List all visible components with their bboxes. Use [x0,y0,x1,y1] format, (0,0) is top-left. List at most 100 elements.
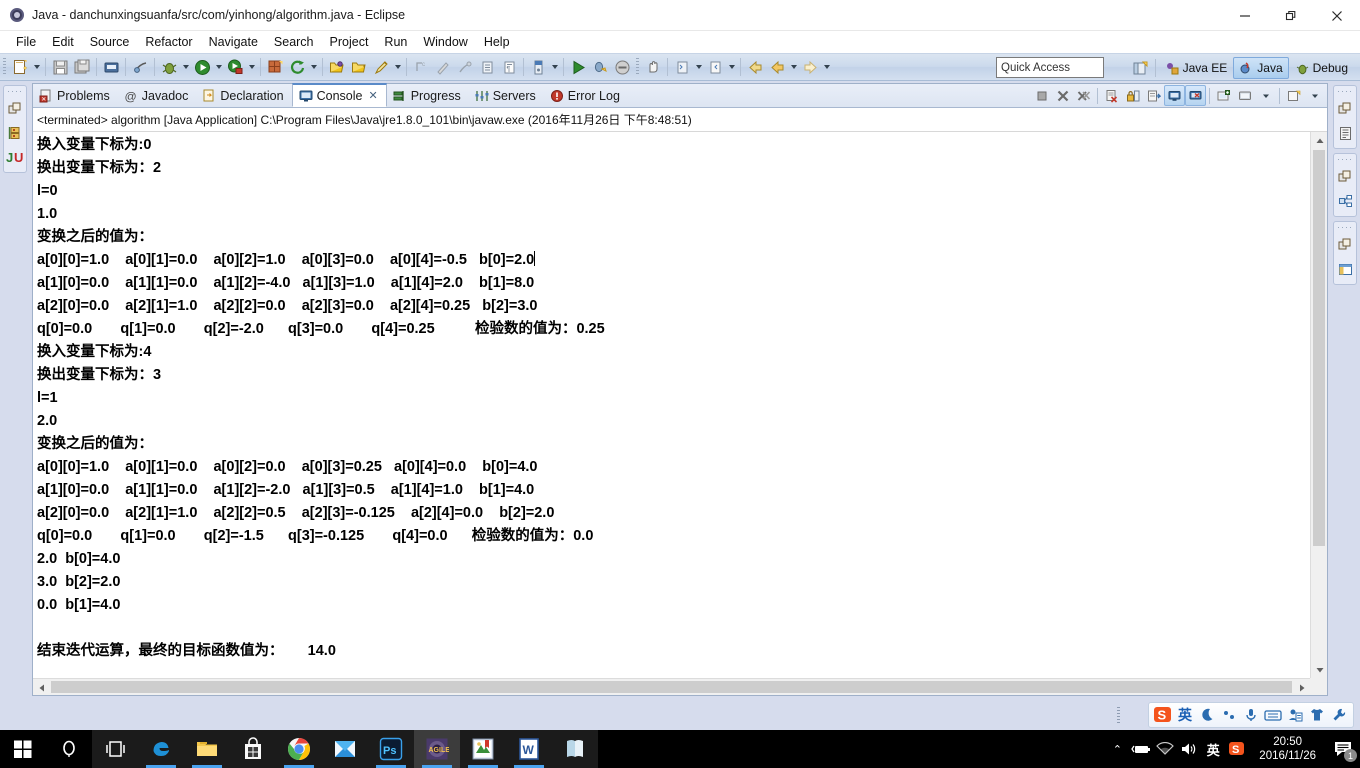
perspective-java-ee[interactable]: Java EE [1159,57,1234,79]
scroll-lock-icon[interactable] [1122,85,1143,106]
console-horizontal-scrollbar[interactable] [33,678,1310,695]
pin-console-icon[interactable] [1143,85,1164,106]
search-dropdown[interactable] [392,56,403,78]
scroll-right-arrow[interactable] [1293,679,1310,695]
back-history-icon[interactable] [744,56,766,78]
next-member-dropdown[interactable] [693,56,704,78]
scroll-thumb-h[interactable] [51,681,1292,693]
run-dropdown[interactable] [213,56,224,78]
perspective-debug[interactable]: Debug [1289,57,1354,79]
scroll-up-arrow[interactable] [1311,132,1327,149]
tray-chevron-up-icon[interactable]: ⌃ [1105,730,1129,768]
open-task-dropdown[interactable] [549,56,560,78]
menu-project[interactable]: Project [322,33,377,51]
battery-icon[interactable] [1129,730,1153,768]
scroll-down-arrow[interactable] [1311,661,1327,678]
forward-icon[interactable] [799,56,821,78]
sogou-tray-icon[interactable]: S [1225,730,1249,768]
previous-member-icon[interactable] [704,56,726,78]
run-external-tools-icon[interactable] [224,56,246,78]
menu-window[interactable]: Window [415,33,475,51]
minimize-button[interactable] [1222,0,1268,31]
console-menu-icon[interactable] [1234,85,1255,106]
tab-progress[interactable]: Progress [387,85,469,107]
skin-icon[interactable] [1307,705,1327,725]
save-icon[interactable] [49,56,71,78]
run-icon[interactable] [191,56,213,78]
debug-dropdown[interactable] [180,56,191,78]
menu-edit[interactable]: Edit [44,33,82,51]
tab-console-close[interactable]: ✕ [368,89,377,102]
minimize-view-icon[interactable] [1283,85,1304,106]
package-explorer-icon[interactable] [4,122,26,144]
search-icon[interactable] [370,56,392,78]
remove-all-launches-icon[interactable] [1073,85,1094,106]
view-menu-chevron-icon[interactable] [1304,85,1325,106]
keyboard-icon[interactable] [1263,705,1283,725]
quick-access-input[interactable]: Quick Access [996,57,1104,78]
taskbar-app-photoshop[interactable]: Ps [368,730,414,768]
chinese-mode-icon[interactable]: 英 [1175,705,1195,725]
sogou-logo-icon[interactable]: S [1153,705,1173,725]
open-console-icon[interactable] [1185,85,1206,106]
taskbar-app-foxmail[interactable] [322,730,368,768]
previous-edit-icon[interactable] [476,56,498,78]
menu-search[interactable]: Search [266,33,322,51]
next-edit-icon[interactable]: ¶ [498,56,520,78]
perspective-java[interactable]: Java [1233,57,1289,79]
display-selected-console-icon[interactable] [1164,85,1185,106]
hierarchy-icon[interactable] [1334,190,1356,212]
open-resource-icon[interactable] [348,56,370,78]
fastview-handle[interactable] [1338,88,1352,95]
resume-icon[interactable] [567,56,589,78]
tab-error-log[interactable]: Error Log [544,85,628,107]
clock[interactable]: 20:50 2016/11/26 [1249,735,1326,763]
toggle-breakpoint-icon[interactable] [129,56,151,78]
forward-dropdown[interactable] [821,56,832,78]
junit-icon[interactable]: J U [4,146,26,168]
console-vertical-scrollbar[interactable] [1310,132,1327,678]
print-icon[interactable] [100,56,122,78]
menu-source[interactable]: Source [82,33,138,51]
tab-problems[interactable]: ✕ Problems [33,85,118,107]
taskbar-app-notes[interactable] [460,730,506,768]
fastview-handle[interactable] [8,88,22,95]
start-icon[interactable] [0,730,46,768]
refresh-dropdown[interactable] [308,56,319,78]
run-external-dropdown[interactable] [246,56,257,78]
restore-button[interactable] [1268,0,1314,31]
ime-indicator[interactable]: 英 [1201,730,1225,768]
taskbar-app-eclipse[interactable]: AGILE [414,730,460,768]
layout-icon[interactable] [1334,258,1356,280]
task-view-icon[interactable] [92,730,138,768]
cortana-search-icon[interactable] [46,730,92,768]
refresh-icon[interactable] [286,56,308,78]
punctuation-icon[interactable] [1219,705,1239,725]
remove-launch-icon[interactable] [1052,85,1073,106]
tab-declaration[interactable]: Declaration [196,85,291,107]
debug-last-icon[interactable] [589,56,611,78]
menu-file[interactable]: File [8,33,44,51]
save-all-icon[interactable] [71,56,93,78]
next-member-icon[interactable] [671,56,693,78]
close-button[interactable] [1314,0,1360,31]
taskbar-app-file-explorer[interactable] [184,730,230,768]
taskbar-app-chrome[interactable] [276,730,322,768]
restore-icon[interactable] [4,98,26,120]
menu-refactor[interactable]: Refactor [137,33,200,51]
restore-icon[interactable] [1334,166,1356,188]
fastview-handle[interactable] [1338,156,1352,163]
clipboard-icon[interactable] [1285,705,1305,725]
toolbar-grip[interactable] [3,58,6,76]
status-bar-grip[interactable] [1117,707,1120,723]
scroll-left-arrow[interactable] [33,679,50,695]
tab-console[interactable]: Console ✕ [291,83,387,107]
clear-console-icon[interactable] [1101,85,1122,106]
previous-annotation-icon[interactable] [432,56,454,78]
new-wizard-dropdown[interactable] [31,56,42,78]
open-perspective-icon[interactable] [1130,57,1152,79]
new-java-package-icon[interactable] [264,56,286,78]
tools-icon[interactable] [1329,705,1349,725]
console-text[interactable]: 换入变量下标为:0 换出变量下标为：2 l=0 1.0 变换之后的值为： a[0… [33,132,1310,678]
chevron-down-icon[interactable] [1255,85,1276,106]
